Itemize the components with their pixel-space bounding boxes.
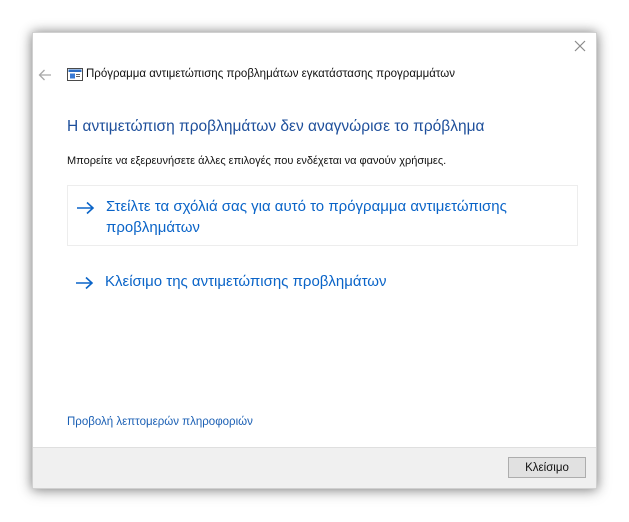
right-arrow-icon bbox=[77, 201, 95, 215]
send-feedback-label: Στείλτε τα σχόλιά σας για αυτό το πρόγρα… bbox=[106, 198, 507, 236]
close-icon[interactable] bbox=[572, 38, 588, 54]
close-troubleshooter-option[interactable]: Κλείσιμο της αντιμετώπισης προβλημάτων bbox=[67, 261, 578, 301]
view-details-link[interactable]: Προβολή λεπτομερών πληροφοριών bbox=[67, 416, 253, 428]
dialog-footer: Κλείσιμο bbox=[33, 447, 596, 488]
send-feedback-option[interactable]: Στείλτε τα σχόλιά σας για αυτό το πρόγρα… bbox=[67, 185, 578, 246]
troubleshooter-app-icon bbox=[67, 68, 83, 81]
window-title: Πρόγραμμα αντιμετώπισης προβλημάτων εγκα… bbox=[86, 68, 455, 80]
back-arrow-icon[interactable] bbox=[37, 67, 53, 83]
page-heading: Η αντιμετώπιση προβλημάτων δεν αναγνώρισ… bbox=[67, 118, 485, 135]
page-subtext: Μπορείτε να εξερευνήσετε άλλες επιλογές … bbox=[67, 155, 447, 167]
right-arrow-icon bbox=[76, 276, 94, 290]
close-button[interactable]: Κλείσιμο bbox=[508, 457, 586, 478]
troubleshooter-dialog: Πρόγραμμα αντιμετώπισης προβλημάτων εγκα… bbox=[32, 32, 597, 489]
close-troubleshooter-label: Κλείσιμο της αντιμετώπισης προβλημάτων bbox=[105, 273, 387, 290]
